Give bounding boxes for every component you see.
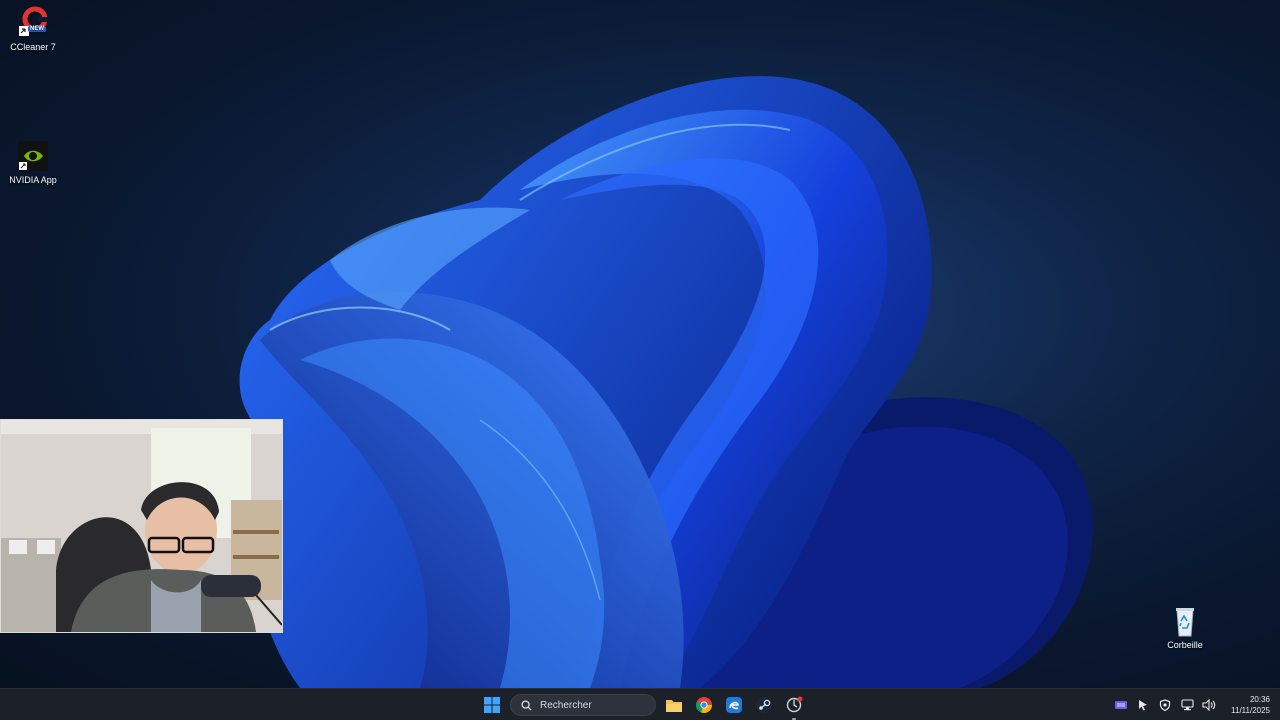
clock-time: 20:36 [1249, 695, 1270, 704]
recycle-bin-icon [1168, 604, 1202, 638]
shield-icon[interactable] [1157, 697, 1173, 713]
desktop: NEW CCleaner 7 NVIDIA App Corbeille [0, 0, 1280, 688]
start-icon [484, 697, 500, 713]
taskbar-search[interactable]: Rechercher [510, 694, 656, 716]
steam-icon [756, 697, 772, 713]
desktop-icon-label: Corbeille [1167, 640, 1203, 650]
new-badge: NEW [28, 26, 46, 32]
steam-button[interactable] [752, 693, 776, 717]
file-explorer-icon [666, 700, 682, 712]
arrow-cursor-icon[interactable] [1135, 697, 1151, 713]
clock-date: 11/11/2025 [1231, 706, 1270, 715]
desktop-icon-label: NVIDIA App [9, 175, 57, 185]
edge-button[interactable] [722, 693, 746, 717]
volume-icon[interactable] [1201, 697, 1217, 713]
search-icon [521, 699, 532, 711]
chrome-button[interactable] [692, 693, 716, 717]
chrome-icon [695, 697, 712, 713]
webcam-feed [1, 420, 282, 632]
desktop-icon-label: CCleaner 7 [10, 42, 56, 52]
desktop-icon-ccleaner[interactable]: NEW CCleaner 7 [0, 6, 66, 52]
file-explorer-button[interactable] [662, 693, 686, 717]
nvidia-icon [16, 139, 50, 173]
webcam-overlay [0, 419, 283, 633]
taskbar: Rechercher 20:36 11/11/2025 [0, 688, 1280, 720]
network-icon[interactable] [1179, 697, 1195, 713]
edge-icon [726, 697, 742, 713]
clock[interactable]: 20:36 11/11/2025 [1231, 694, 1270, 716]
start-button[interactable] [480, 693, 504, 717]
system-tray: 20:36 11/11/2025 [1113, 689, 1280, 721]
ccleaner-icon: NEW [16, 6, 50, 40]
app-icon [786, 696, 803, 713]
search-placeholder: Rechercher [540, 699, 592, 711]
taskbar-center: Rechercher [480, 689, 806, 721]
desktop-icon-recycle-bin[interactable]: Corbeille [1152, 604, 1218, 650]
app-tray-icon[interactable] [1113, 697, 1129, 713]
desktop-icon-nvidia[interactable]: NVIDIA App [0, 139, 66, 185]
app-button[interactable] [782, 693, 806, 720]
